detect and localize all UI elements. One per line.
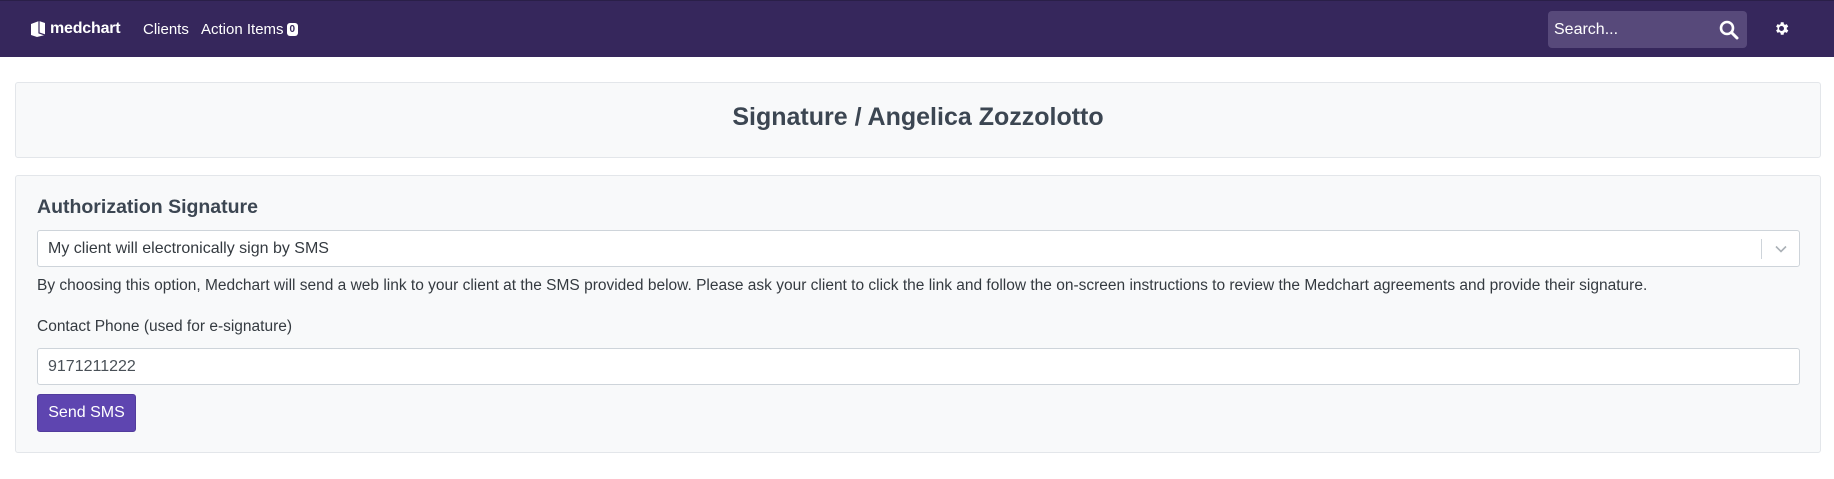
sms-help-text: By choosing this option, Medchart will s… [37, 277, 1648, 294]
send-sms-button[interactable]: Send SMS [37, 394, 136, 432]
page-title-card: Signature / Angelica Zozzolotto [15, 82, 1821, 158]
brand-logo[interactable]: medchart [30, 20, 121, 38]
nav-link-clients[interactable]: Clients [143, 21, 189, 38]
search-icon[interactable] [1719, 20, 1739, 40]
top-navbar: medchart Clients Action Items 0 [0, 0, 1834, 57]
nav-link-action-items[interactable]: Action Items 0 [201, 21, 299, 38]
contact-phone-label: Contact Phone (used for e-signature) [37, 318, 293, 335]
signature-method-value: My client will electronically sign by SM… [48, 240, 329, 257]
medchart-logo-icon [31, 21, 46, 37]
contact-phone-input[interactable] [37, 348, 1800, 385]
chevron-down-icon[interactable] [1774, 242, 1788, 256]
section-heading: Authorization Signature [37, 196, 258, 218]
signature-method-select[interactable]: My client will electronically sign by SM… [37, 230, 1800, 267]
search-box [1548, 11, 1747, 48]
nav-link-action-items-label: Action Items [201, 21, 284, 38]
brand-name: medchart [50, 20, 121, 37]
search-input[interactable] [1548, 11, 1713, 48]
authorization-signature-card: Authorization Signature My client will e… [15, 175, 1821, 453]
select-separator [1761, 239, 1762, 259]
action-items-count-badge: 0 [286, 23, 299, 36]
page-title: Signature / Angelica Zozzolotto [732, 103, 1104, 131]
gear-icon[interactable] [1773, 20, 1790, 37]
